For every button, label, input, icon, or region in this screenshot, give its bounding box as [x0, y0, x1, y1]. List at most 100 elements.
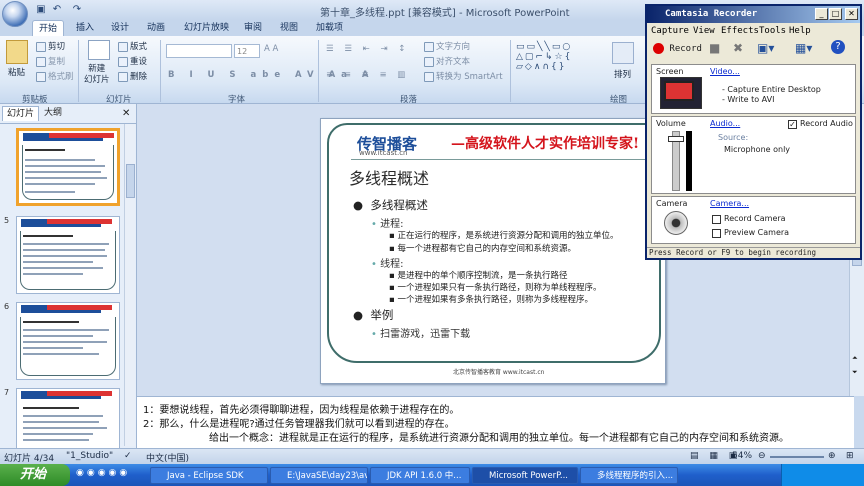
current-slide[interactable]: 传智播客 www.itcast.cn —高级软件人才实作培训专家! 多线程概述 …	[320, 118, 666, 384]
reset-button[interactable]: 重设	[118, 55, 147, 67]
text-direction-icon	[424, 41, 434, 52]
maximize-icon[interactable]: □	[829, 8, 842, 20]
tab-slideshow[interactable]: 幻灯片放映	[178, 20, 235, 36]
preview-camera-checkbox[interactable]	[712, 229, 721, 238]
zoom-out-icon[interactable]: ⊖	[758, 451, 766, 461]
volume-slider[interactable]	[668, 131, 684, 191]
stop-icon[interactable]: ■	[709, 41, 720, 55]
delete-button[interactable]: 删除	[118, 70, 147, 82]
record-camera-label: Record Camera	[724, 214, 786, 223]
help-icon[interactable]: ?	[831, 40, 845, 54]
menu-tools[interactable]: Tools	[759, 26, 786, 36]
slide-thumbnail[interactable]	[16, 216, 120, 294]
delete-icon[interactable]: ✖	[733, 41, 743, 55]
spell-check-icon[interactable]: ✓	[124, 451, 132, 461]
undo-icon[interactable]: ↶	[50, 3, 64, 16]
taskbar-item-explorer[interactable]: E:\JavaSE\day23\avi	[270, 467, 368, 484]
next-slide-icon[interactable]: ⏷	[852, 368, 858, 377]
font-name-combo[interactable]	[166, 44, 232, 58]
font-grow-icon[interactable]: A A	[264, 44, 278, 54]
audio-link[interactable]: Audio...	[710, 119, 740, 128]
taskbar-item-powerpoint[interactable]: Microsoft PowerP...	[472, 467, 578, 484]
screen-panel: Screen Video... - Capture Entire Desktop…	[651, 64, 856, 114]
language: 中文(中国)	[146, 454, 190, 464]
tab-design[interactable]: 设计	[105, 20, 135, 36]
notes-pane[interactable]: 1：要想说线程，首先必须得聊聊进程，因为线程是依赖于进程存在的。 2：那么，什么…	[137, 396, 854, 448]
tab-slides[interactable]: 幻灯片	[2, 106, 40, 121]
align-buttons[interactable]: ≡ ≡ ≡ ≡ ▥	[326, 70, 409, 80]
taskbar-item-video[interactable]: 多线程程序的引入...	[580, 467, 678, 484]
taskbar-item-eclipse[interactable]: Java - Eclipse SDK	[150, 467, 268, 484]
tab-insert[interactable]: 插入	[70, 20, 100, 36]
tab-addins[interactable]: 加载项	[310, 20, 349, 36]
menu-view[interactable]: View	[693, 26, 715, 36]
smartart-button[interactable]: 转换为 SmartArt	[424, 70, 503, 82]
bullet-level3: ▪ 一个进程如果有多条执行路径，则称为多线程程序。	[389, 295, 593, 305]
layout-button[interactable]: 版式	[118, 40, 147, 52]
prev-slide-icon[interactable]: ⏶	[852, 354, 858, 363]
quick-launch-icons[interactable]: ◉◉◉◉◉	[76, 468, 130, 478]
align-text-button[interactable]: 对齐文本	[424, 55, 470, 67]
window-title: 第十章_多线程.ppt [兼容模式] - Microsoft PowerPoin…	[320, 8, 570, 19]
fit-window-icon[interactable]: ⊞	[846, 451, 854, 461]
menu-help[interactable]: Help	[789, 26, 811, 36]
text-direction-button[interactable]: 文字方向	[424, 40, 470, 52]
slide-thumbnail[interactable]	[16, 388, 120, 448]
screen-select-icon[interactable]: ▣▾	[757, 41, 774, 55]
camera-link[interactable]: Camera...	[710, 199, 749, 208]
list-buttons[interactable]: ☰ ☰ ⇤ ⇥ ↕	[326, 44, 409, 54]
tab-home[interactable]: 开始	[32, 20, 65, 36]
record-audio-checkbox[interactable]: ✓	[788, 120, 797, 129]
volume-label: Volume	[656, 119, 686, 128]
record-camera-checkbox[interactable]	[712, 215, 721, 224]
close-icon[interactable]: ✕	[122, 108, 130, 119]
volume-meter	[686, 131, 692, 191]
redo-icon[interactable]: ↷	[70, 3, 84, 16]
font-size-combo[interactable]: 12	[234, 44, 260, 58]
webcam-icon[interactable]	[664, 211, 688, 235]
zoom-level: 54%	[732, 451, 753, 461]
slide-thumbnail[interactable]	[16, 128, 120, 206]
copy-button[interactable]: 复制	[36, 55, 65, 67]
thumbnail-scrollbar[interactable]	[124, 124, 135, 446]
format-painter-button[interactable]: 格式刷	[36, 70, 74, 82]
tab-view[interactable]: 视图	[274, 20, 304, 36]
taskbar-item-jdk-api[interactable]: JDK API 1.6.0 中...	[370, 467, 470, 484]
start-button[interactable]: 开始	[0, 464, 70, 486]
camera-label: Camera	[656, 199, 688, 208]
video-link[interactable]: Video...	[710, 67, 740, 76]
new-slide-button[interactable]: 新建 幻灯片	[84, 64, 110, 86]
bullet-level1: ● 举例	[353, 308, 394, 322]
align-text-icon	[424, 56, 434, 67]
arrange-icon[interactable]	[612, 42, 634, 64]
video-info: - Capture Entire Desktop	[722, 85, 821, 94]
zoom-slider[interactable]	[770, 456, 824, 458]
close-icon[interactable]: ✕	[845, 8, 858, 20]
cut-button[interactable]: 剪切	[36, 40, 65, 52]
arrange-button[interactable]: 排列	[614, 68, 631, 80]
office-button[interactable]	[2, 1, 28, 27]
tab-animation[interactable]: 动画	[141, 20, 171, 36]
camera-select-icon[interactable]: ▦▾	[795, 41, 812, 55]
audio-panel: Volume Audio... ✓ Record Audio Source: M…	[651, 116, 856, 194]
shapes-gallery[interactable]: ▭▭╲╲▭○ △▢⌐↳☆{▱◇∧∩{}	[516, 42, 572, 72]
paste-button[interactable]: 粘贴	[8, 66, 25, 78]
new-slide-icon[interactable]	[88, 40, 110, 60]
tab-outline[interactable]: 大纲	[40, 106, 66, 121]
bullet-level3: ▪ 正在运行的程序，是系统进行资源分配和调用的独立单位。	[389, 231, 619, 241]
paste-icon[interactable]	[6, 40, 28, 64]
system-tray[interactable]	[781, 464, 864, 486]
note-line: 2：那么，什么是进程呢?通过任务管理器我们就可以看到进程的存在。	[143, 419, 455, 430]
screen-label: Screen	[656, 67, 684, 76]
slides-panel: 幻灯片 大纲 ✕ 5 6 7	[0, 104, 137, 448]
slide-thumbnail[interactable]	[16, 302, 120, 380]
tab-review[interactable]: 审阅	[238, 20, 268, 36]
slide-number: 7	[4, 388, 10, 397]
zoom-in-icon[interactable]: ⊕	[828, 451, 836, 461]
menu-capture[interactable]: Capture	[651, 26, 689, 36]
minimize-icon[interactable]: _	[815, 8, 828, 20]
screen-icon[interactable]	[660, 77, 702, 109]
save-icon[interactable]: ▣	[34, 3, 48, 16]
menu-effects[interactable]: Effects	[721, 26, 759, 36]
record-button[interactable]: Record	[653, 43, 702, 54]
